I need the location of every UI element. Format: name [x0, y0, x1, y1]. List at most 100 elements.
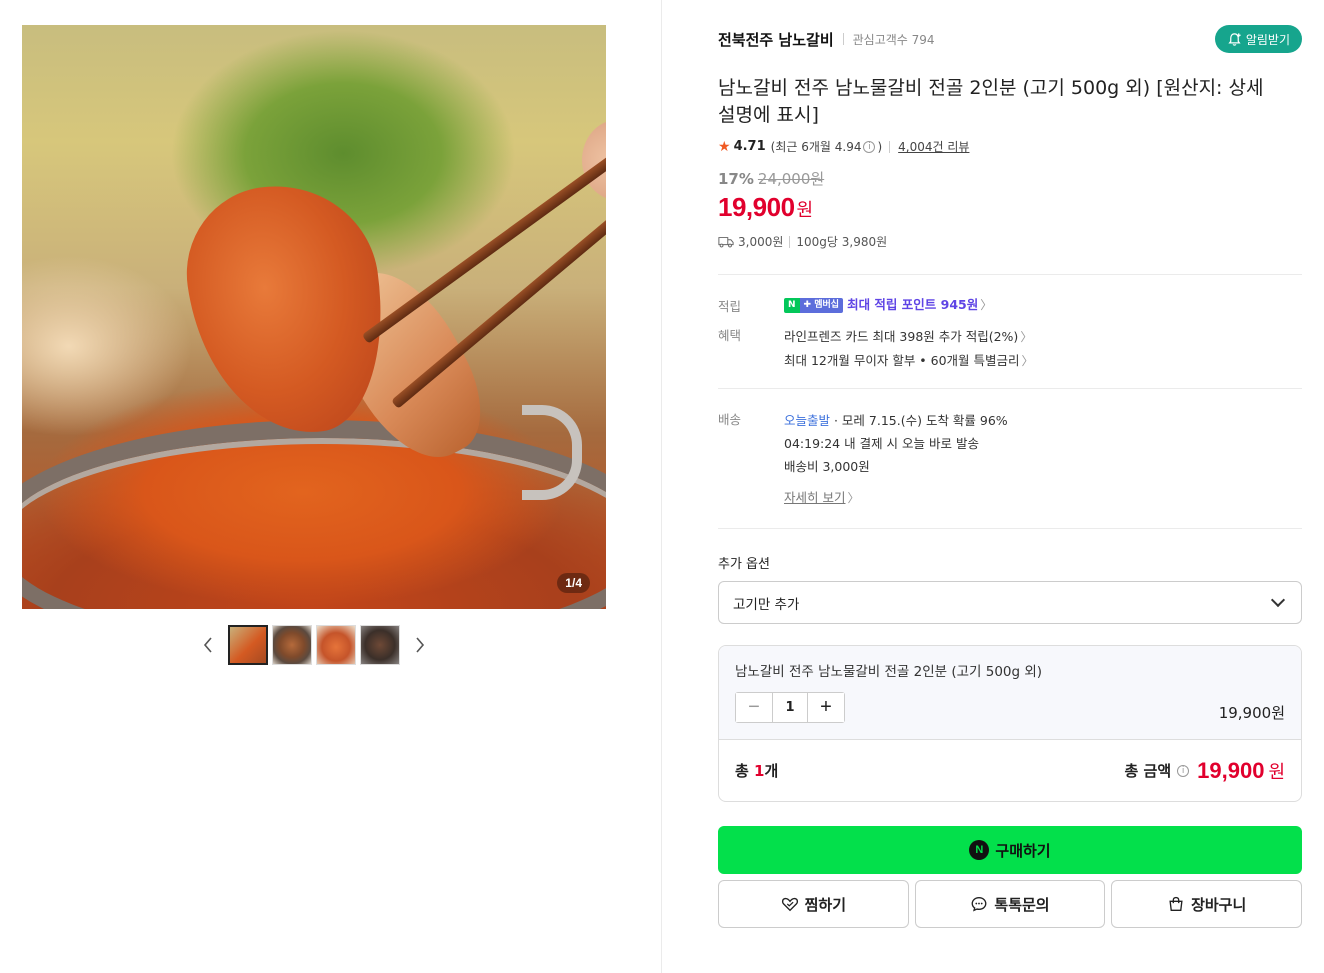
buy-button[interactable]: N 구매하기	[718, 826, 1302, 874]
image-counter-total: 4	[575, 576, 582, 590]
cart-button-label: 장바구니	[1191, 895, 1247, 914]
alarm-button-label: 알림받기	[1245, 32, 1290, 47]
total-count: 총 1개	[735, 760, 778, 781]
total-count-number: 1	[754, 762, 765, 780]
total-count-prefix: 총	[735, 762, 755, 780]
info-icon[interactable]: i	[863, 140, 876, 153]
discount-rate: 17%	[718, 170, 754, 188]
quantity-plus-button[interactable]: +	[808, 693, 844, 722]
installment-link[interactable]: 최대 12개월 무이자 할부 • 60개월 특별금리 〉	[784, 349, 1302, 373]
wish-button[interactable]: 찜하기	[718, 880, 909, 928]
image-counter: 1/4	[557, 573, 590, 593]
thumbnail-strip	[22, 625, 606, 665]
wish-button-label: 찜하기	[804, 895, 847, 914]
points-body: N ✚ 멤버십 최대 적립 포인트 945원 〉	[784, 296, 1302, 315]
product-title: 남노갈비 전주 남노물갈비 전골 2인분 (고기 500g 외) [원산지: 상…	[718, 77, 1264, 126]
option-selected-value: 고기만 추가	[733, 596, 800, 613]
npay-badge-n: N	[784, 298, 800, 313]
delivery-detail-row: 자세히 보기 〉	[784, 486, 1302, 510]
quantity-minus-button[interactable]: −	[736, 693, 772, 722]
rating-recent-close: )	[877, 139, 883, 154]
store-fans-count: 관심고객수 794	[852, 32, 935, 47]
option-select[interactable]: 고기만 추가	[718, 581, 1302, 624]
talk-inquiry-label: 톡톡문의	[994, 895, 1050, 914]
quantity-stepper: − 1 +	[735, 692, 845, 723]
product-main-image[interactable]: 1/4	[22, 25, 606, 609]
bell-plus-icon	[1228, 32, 1241, 46]
store-name[interactable]: 전북전주 남노갈비	[718, 29, 834, 50]
divider	[789, 235, 791, 248]
chat-bubble-icon	[971, 897, 987, 912]
column-divider	[661, 0, 662, 973]
max-points-link[interactable]: 최대 적립 포인트 945원	[847, 297, 978, 312]
npay-membership-badge: N ✚ 멤버십	[784, 298, 844, 313]
chevron-right-icon: 〉	[1021, 354, 1034, 368]
rating-recent: (최근 6개월 4.94	[770, 140, 862, 154]
ship-deadline: 04:19:24 내 결제 시 오늘 바로 발송	[784, 436, 979, 451]
total-amount: 총 금액 i 19,900 원	[1125, 758, 1285, 784]
secondary-actions: 찜하기 톡톡문의 장바구니	[718, 880, 1303, 928]
sale-price: 19,900	[718, 192, 795, 222]
product-gallery: 1/4	[22, 25, 606, 609]
rating-value: 4.71	[733, 139, 766, 154]
rating-row: ★ 4.71 (최근 6개월 4.94 i ) 4,004건 리뷰	[718, 138, 1302, 155]
chevron-right-icon[interactable]	[408, 625, 432, 665]
review-count-link[interactable]: 4,004건 리뷰	[898, 138, 969, 155]
selected-item-box: 남노갈비 전주 남노물갈비 전골 2인분 (고기 500g 외) − 1 + 1…	[718, 645, 1302, 802]
benefit-row: 혜택 라인프렌즈 카드 최대 398원 추가 적립(2%) 〉 최대 12개월 무…	[718, 325, 1302, 373]
total-summary: 총 1개 총 금액 i 19,900 원	[719, 739, 1301, 801]
divider	[842, 33, 844, 45]
buy-button-label: 구매하기	[995, 841, 1051, 860]
membership-badge: ✚ 멤버십	[799, 298, 844, 313]
total-price-unit: 원	[1268, 761, 1285, 783]
delivery-label: 배송	[718, 412, 742, 427]
delivery-detail-link[interactable]: 자세히 보기	[784, 490, 845, 505]
store-row: 전북전주 남노갈비 관심고객수 794 알림받기	[718, 25, 1302, 53]
original-price: 24,000원	[757, 170, 825, 188]
delivery-body: 오늘출발 · 모레 7.15.(수) 도착 확률 96% 04:19:24 내 …	[784, 409, 1302, 510]
info-icon[interactable]: i	[1177, 764, 1190, 777]
thumbnail-1[interactable]	[228, 625, 268, 665]
total-count-suffix: 개	[764, 762, 779, 780]
points-label: 적립	[718, 299, 742, 314]
thumbnail-4[interactable]	[360, 625, 400, 665]
chevron-right-icon: 〉	[1020, 330, 1033, 344]
truck-icon	[718, 236, 734, 247]
benefit-body: 라인프렌즈 카드 최대 398원 추가 적립(2%) 〉 최대 12개월 무이자 …	[784, 325, 1302, 373]
product-info: 전북전주 남노갈비 관심고객수 794 알림받기 남노갈비 전주 남노물갈비 전…	[718, 25, 1303, 928]
chevron-right-icon: 〉	[980, 298, 993, 312]
section-divider	[718, 388, 1302, 389]
meat-graphic	[175, 172, 399, 448]
section-divider	[718, 274, 1302, 275]
today-ship-badge: 오늘출발	[784, 413, 831, 428]
benefit-label: 혜택	[718, 328, 742, 343]
alarm-button[interactable]: 알림받기	[1214, 25, 1302, 53]
thumbnail-3[interactable]	[316, 625, 356, 665]
chevron-left-icon[interactable]	[196, 625, 220, 665]
price-unit: 원	[796, 200, 814, 221]
star-icon: ★	[718, 138, 731, 155]
delivery-fee: 배송비 3,000원	[784, 459, 870, 474]
installment-text: 최대 12개월 무이자 할부 • 60개월 특별금리	[784, 353, 1020, 368]
unit-price: 100g당 3,980원	[796, 235, 888, 249]
selected-item-price: 19,900원	[1218, 704, 1285, 722]
discount-row: 17% 24,000원	[718, 168, 1302, 189]
talk-inquiry-button[interactable]: 톡톡문의	[914, 880, 1106, 928]
thumbnail-2[interactable]	[272, 625, 312, 665]
chopstick-graphic	[361, 141, 606, 344]
cart-button[interactable]: 장바구니	[1111, 880, 1303, 928]
selected-item-name: 남노갈비 전주 남노물갈비 전골 2인분 (고기 500g 외)	[735, 664, 1043, 680]
delivery-row: 배송 오늘출발 · 모레 7.15.(수) 도착 확률 96% 04:19:24…	[718, 409, 1302, 510]
price-row: 19,900 원	[718, 192, 1302, 223]
card-benefit-link[interactable]: 라인프렌즈 카드 최대 398원 추가 적립(2%) 〉	[784, 325, 1302, 349]
quantity-value[interactable]: 1	[772, 693, 808, 722]
shopping-bag-icon	[1169, 896, 1183, 911]
heart-icon	[781, 897, 798, 912]
total-amount-label: 총 금액	[1124, 762, 1172, 780]
divider	[889, 140, 891, 153]
npay-n-icon: N	[969, 840, 990, 860]
total-price: 19,900	[1197, 757, 1265, 783]
shipping-fee: 3,000원	[738, 235, 784, 249]
chevron-right-icon: 〉	[847, 491, 860, 505]
card-benefit-text: 라인프렌즈 카드 최대 398원 추가 적립(2%)	[784, 329, 1019, 344]
